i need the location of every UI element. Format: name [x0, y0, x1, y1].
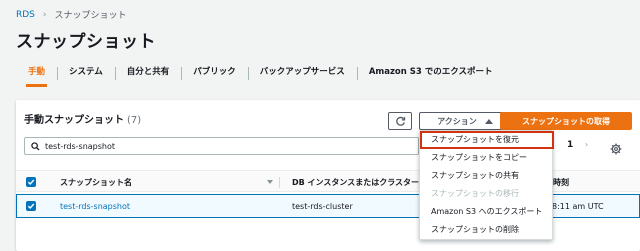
column-header-db-instance[interactable]: DB インスタンスまたはクラスター: [292, 177, 419, 188]
gear-icon[interactable]: [610, 140, 622, 155]
tab-system[interactable]: システム: [57, 60, 115, 87]
actions-dropdown-menu: スナップショットを復元 スナップショットをコピー スナップショットの共有 スナッ…: [419, 130, 554, 240]
menu-item-share-snapshot[interactable]: スナップショットの共有: [420, 167, 554, 185]
breadcrumb-current: スナップショット: [54, 11, 127, 21]
menu-item-migrate-snapshot: スナップショットの移行: [431, 189, 519, 198]
actions-button-label: アクション: [437, 116, 477, 126]
search-field[interactable]: test-rds-snapshot: [24, 137, 419, 155]
check-icon: [27, 179, 35, 186]
refresh-button[interactable]: [388, 112, 412, 130]
db-cluster-cell: test-rds-cluster: [292, 202, 353, 211]
tab-public[interactable]: パブリック: [181, 60, 248, 87]
menu-item-restore-snapshot[interactable]: スナップショットを復元: [420, 131, 554, 149]
page-title: スナップショット: [16, 32, 156, 52]
column-header-snapshot-name[interactable]: スナップショット名: [60, 177, 132, 188]
time-cell: 8:11 am UTC: [552, 202, 604, 211]
tab-manual[interactable]: 手動: [16, 60, 57, 87]
search-input-value[interactable]: test-rds-snapshot: [45, 142, 115, 151]
menu-item-copy-snapshot[interactable]: スナップショットをコピー: [420, 149, 554, 167]
snapshot-name-link[interactable]: test-rds-snapshot: [60, 202, 130, 211]
caret-up-icon: [484, 118, 493, 124]
tab-backup-service[interactable]: バックアップサービス: [247, 60, 357, 87]
column-header-time[interactable]: 時刻: [553, 177, 569, 188]
search-icon: [25, 138, 45, 154]
column-divider: [279, 177, 280, 188]
tab-bar: 手動 システム 自分と共有 パブリック バックアップサービス Amazon S3…: [16, 60, 624, 87]
breadcrumb: RDS › スナップショット: [16, 8, 127, 22]
tab-shared-with-me[interactable]: 自分と共有: [114, 60, 182, 87]
refresh-icon: [395, 116, 405, 126]
take-snapshot-button[interactable]: スナップショットの取得: [500, 112, 632, 130]
row-checkbox[interactable]: [26, 201, 36, 211]
page-number[interactable]: 1: [567, 140, 573, 150]
panel-title: 手動スナップショット (7): [24, 111, 141, 126]
tab-s3-exports[interactable]: Amazon S3 でのエクスポート: [356, 60, 505, 87]
select-all-checkbox[interactable]: [26, 177, 36, 187]
panel-title-text: 手動スナップショット: [24, 115, 124, 126]
snapshot-count: (7): [127, 115, 142, 126]
actions-button[interactable]: アクション: [419, 112, 511, 130]
sort-caret-icon[interactable]: [267, 180, 273, 184]
menu-item-export-to-s3[interactable]: Amazon S3 へのエクスポート: [420, 203, 554, 221]
breadcrumb-rds-link[interactable]: RDS: [16, 10, 35, 20]
breadcrumb-separator-icon: ›: [42, 9, 47, 20]
check-icon: [27, 203, 35, 210]
menu-item-delete-snapshot[interactable]: スナップショットの削除: [420, 221, 554, 239]
next-page-icon[interactable]: ›: [585, 140, 588, 149]
